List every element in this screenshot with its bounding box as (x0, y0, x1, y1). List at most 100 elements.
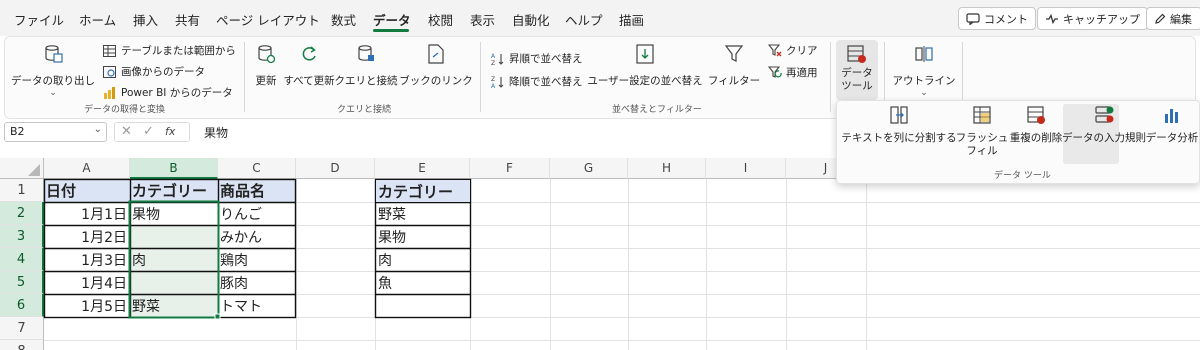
outline-label: アウトライン (892, 75, 956, 87)
tab-insert[interactable]: 挿入 (133, 10, 158, 29)
flash-fill-button[interactable]: フラッシュ フィル (955, 105, 1009, 158)
data-validation-label: データの入力規則 (1062, 132, 1146, 144)
refresh-all-button[interactable]: すべて更新 (283, 44, 335, 88)
image-data-icon (103, 65, 116, 78)
data-analysis-button[interactable]: データ分析 (1145, 105, 1199, 145)
comment-label: コメント (984, 12, 1028, 26)
svg-text:A: A (491, 53, 496, 60)
comment-button[interactable]: コメント (958, 7, 1036, 30)
tab-help[interactable]: ヘルプ (565, 10, 603, 29)
cell-e2[interactable]: 野菜 (376, 202, 470, 225)
clear-filter-button[interactable]: クリア (768, 43, 818, 58)
cell-e3[interactable]: 果物 (376, 225, 470, 248)
refresh-label: 更新 (255, 75, 277, 87)
name-box[interactable]: B2 ⌄ (4, 122, 107, 142)
tab-home[interactable]: ホーム (79, 10, 116, 29)
tab-review[interactable]: 校閲 (428, 10, 453, 29)
sort-asc-icon: AZ (491, 53, 504, 66)
from-table-range-button[interactable]: テーブルまたは範囲から (103, 43, 236, 58)
gridline (786, 179, 787, 350)
data-tools-icon (847, 45, 866, 63)
pencil-icon (1155, 13, 1166, 24)
tab-formulas[interactable]: 数式 (331, 10, 356, 29)
get-data-button[interactable]: データの取り出し ⌄ (10, 44, 96, 98)
query-connect-button[interactable]: クエリと接続 (334, 44, 398, 88)
data-analysis-icon (1165, 109, 1178, 123)
cell-e4[interactable]: 肉 (376, 248, 470, 271)
active-tab-indicator (373, 29, 409, 32)
tab-share[interactable]: 共有 (175, 10, 200, 29)
cell-e6[interactable] (376, 294, 470, 317)
sort-asc-button[interactable]: AZ 昇順で並べ替え (491, 51, 583, 66)
refresh-all-label: すべて更新 (283, 75, 335, 87)
reapply-filter-button[interactable]: 再適用 (768, 65, 818, 80)
gridline (628, 179, 629, 350)
custom-sort-label: ユーザー設定の並べ替え (587, 75, 703, 87)
column-header-g[interactable]: G (550, 158, 628, 179)
from-image-label: 画像からのデータ (121, 66, 205, 78)
edit-mode-button[interactable]: 編集 (1146, 7, 1200, 30)
confirm-icon[interactable]: ✓ (143, 124, 154, 139)
formula-controls: ✕ ✓ fx (114, 122, 190, 142)
get-data-group-label: データの取得と変換 (84, 105, 166, 115)
column-header-f[interactable]: F (470, 158, 550, 179)
svg-text:Z: Z (491, 76, 495, 83)
sort-filter-group-label: 並べ替えとフィルター (612, 105, 702, 115)
filter-button[interactable]: フィルター (708, 44, 760, 88)
cancel-icon[interactable]: ✕ (121, 124, 132, 139)
insert-function-icon[interactable]: fx (165, 125, 175, 138)
refresh-button[interactable]: 更新 (252, 44, 280, 88)
filter-icon (725, 45, 743, 62)
data-validation-button[interactable]: データの入力規則 (1062, 105, 1146, 145)
tab-draw[interactable]: 描画 (619, 10, 644, 29)
flash-fill-label-1: フラッシュ (955, 132, 1009, 144)
refresh-all-icon (302, 46, 316, 61)
column-header-i[interactable]: I (706, 158, 786, 179)
tab-automate[interactable]: 自動化 (512, 10, 550, 29)
reapply-filter-icon (768, 66, 782, 78)
tab-data[interactable]: データ (373, 10, 411, 29)
power-bi-icon (104, 86, 115, 99)
book-link-button[interactable]: ブックのリンク (399, 44, 473, 88)
workbook-link-icon (428, 44, 444, 64)
data-analysis-label: データ分析 (1145, 132, 1199, 144)
sort-desc-label: 降順で並べ替え (509, 76, 583, 88)
column-header-h[interactable]: H (628, 158, 706, 179)
database-icon (45, 45, 63, 63)
outline-icon (915, 46, 933, 62)
chevron-down-icon: ⌄ (920, 88, 928, 98)
catchup-label: キャッチアップ (1063, 12, 1140, 26)
custom-sort-button[interactable]: ユーザー設定の並べ替え (587, 44, 703, 88)
sort-desc-icon: ZA (491, 76, 504, 89)
text-to-columns-label: テキストを列に分割する (841, 132, 957, 144)
activity-icon (1046, 13, 1058, 24)
tab-view[interactable]: 表示 (470, 10, 495, 29)
ribbon-separator (244, 42, 245, 112)
tab-page-layout[interactable]: ページ レイアウト (216, 10, 320, 29)
outline-button[interactable]: アウトライン ⌄ (892, 44, 956, 98)
svg-text:A: A (491, 83, 496, 89)
data-tools-panel: テキストを列に分割する フラッシュ フィル 重複の削除 データの入力規則 データ… (836, 100, 1200, 184)
catchup-button[interactable]: キャッチアップ (1037, 7, 1148, 30)
remove-duplicates-button[interactable]: 重複の削除 (1009, 105, 1063, 145)
ribbon-separator (480, 42, 481, 112)
chevron-down-icon[interactable]: ⌄ (94, 124, 102, 135)
cell-e1[interactable]: カテゴリー (376, 180, 470, 202)
text-to-columns-button[interactable]: テキストを列に分割する (841, 105, 957, 145)
data-tools-group-label: データ ツール (994, 171, 1051, 181)
flash-fill-icon (973, 106, 991, 124)
sort-desc-button[interactable]: ZA 降順で並べ替え (491, 74, 583, 89)
power-bi-button[interactable]: Power BI からのデータ (103, 85, 233, 100)
query-connect-label: クエリと接続 (334, 75, 398, 87)
tab-file[interactable]: ファイル (14, 10, 64, 29)
power-bi-label: Power BI からのデータ (121, 87, 233, 99)
comment-icon (966, 12, 980, 25)
data-tools-button[interactable]: データ ツール (836, 44, 878, 93)
sort-asc-label: 昇順で並べ替え (509, 53, 583, 65)
cell-e5[interactable]: 魚 (376, 271, 470, 294)
data-tools-label-2: ツール (841, 80, 873, 92)
edit-label: 編集 (1170, 12, 1192, 26)
from-image-button[interactable]: 画像からのデータ (103, 64, 205, 79)
remove-duplicates-icon (1027, 106, 1045, 124)
gridline (866, 179, 867, 350)
